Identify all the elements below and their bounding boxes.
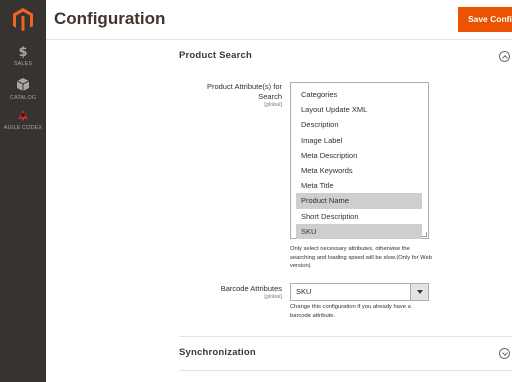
section-title-product-search[interactable]: Product Search — [179, 50, 252, 61]
section-title-synchronization[interactable]: Synchronization — [179, 347, 256, 358]
resize-handle[interactable] — [422, 232, 427, 237]
sidebar-item-label: CATALOG — [9, 95, 37, 101]
multiselect-option[interactable]: Product Name — [296, 193, 422, 209]
sidebar-item-sales[interactable]: $ SALES — [0, 44, 46, 67]
chevron-down-icon[interactable] — [410, 284, 428, 300]
barcode-attributes-label: Barcode Attributes [global] — [182, 284, 282, 301]
field-label-text: Product Attribute(s) for Search — [206, 82, 282, 101]
multiselect-option[interactable]: Meta Title — [296, 178, 422, 193]
select-value: SKU — [296, 287, 312, 296]
section-divider — [179, 336, 512, 337]
admin-sidebar: $ SALES CATALOG AGILE CODEX — [0, 0, 46, 382]
cube-icon — [0, 78, 46, 94]
svg-text:$: $ — [18, 45, 27, 58]
multiselect-option[interactable]: Categories — [296, 87, 422, 102]
multiselect-option[interactable]: Meta Keywords — [296, 163, 422, 178]
barcode-attributes-select[interactable]: SKU — [290, 283, 429, 301]
expand-toggle-icon[interactable] — [499, 348, 510, 359]
magento-logo[interactable] — [0, 0, 46, 40]
multiselect-option[interactable]: Image Label — [296, 133, 422, 148]
save-config-button[interactable]: Save Config — [458, 7, 512, 32]
product-attributes-multiselect[interactable]: Categories Layout Update XML Description… — [290, 82, 429, 239]
agile-codex-icon — [0, 108, 46, 124]
header-divider — [46, 39, 512, 40]
dollar-icon: $ — [0, 44, 46, 60]
sidebar-item-label: SALES — [13, 61, 33, 67]
attributes-note: Only select necessary attributes, otherw… — [290, 246, 432, 269]
sidebar-item-catalog[interactable]: CATALOG — [0, 78, 46, 101]
collapse-toggle-icon[interactable] — [499, 51, 510, 62]
section-divider — [179, 370, 512, 371]
sidebar-item-agile-codex[interactable]: AGILE CODEX — [0, 108, 46, 131]
scope-label: [global] — [264, 102, 282, 108]
multiselect-option[interactable]: SKU — [296, 223, 422, 239]
magento-logo-icon — [13, 8, 33, 31]
multiselect-option[interactable]: Layout Update XML — [296, 102, 422, 117]
product-attributes-label: Product Attribute(s) for Search [global] — [182, 82, 282, 109]
multiselect-option[interactable]: Description — [296, 117, 422, 132]
scope-label: [global] — [264, 294, 282, 300]
multiselect-option[interactable]: Meta Description — [296, 148, 422, 163]
sidebar-item-label: AGILE CODEX — [3, 125, 43, 131]
multiselect-option[interactable]: Short Description — [296, 209, 422, 224]
barcode-note: Change this configuration if you already… — [290, 304, 411, 319]
page-title: Configuration — [54, 9, 166, 28]
field-label-text: Barcode Attributes — [220, 284, 282, 293]
